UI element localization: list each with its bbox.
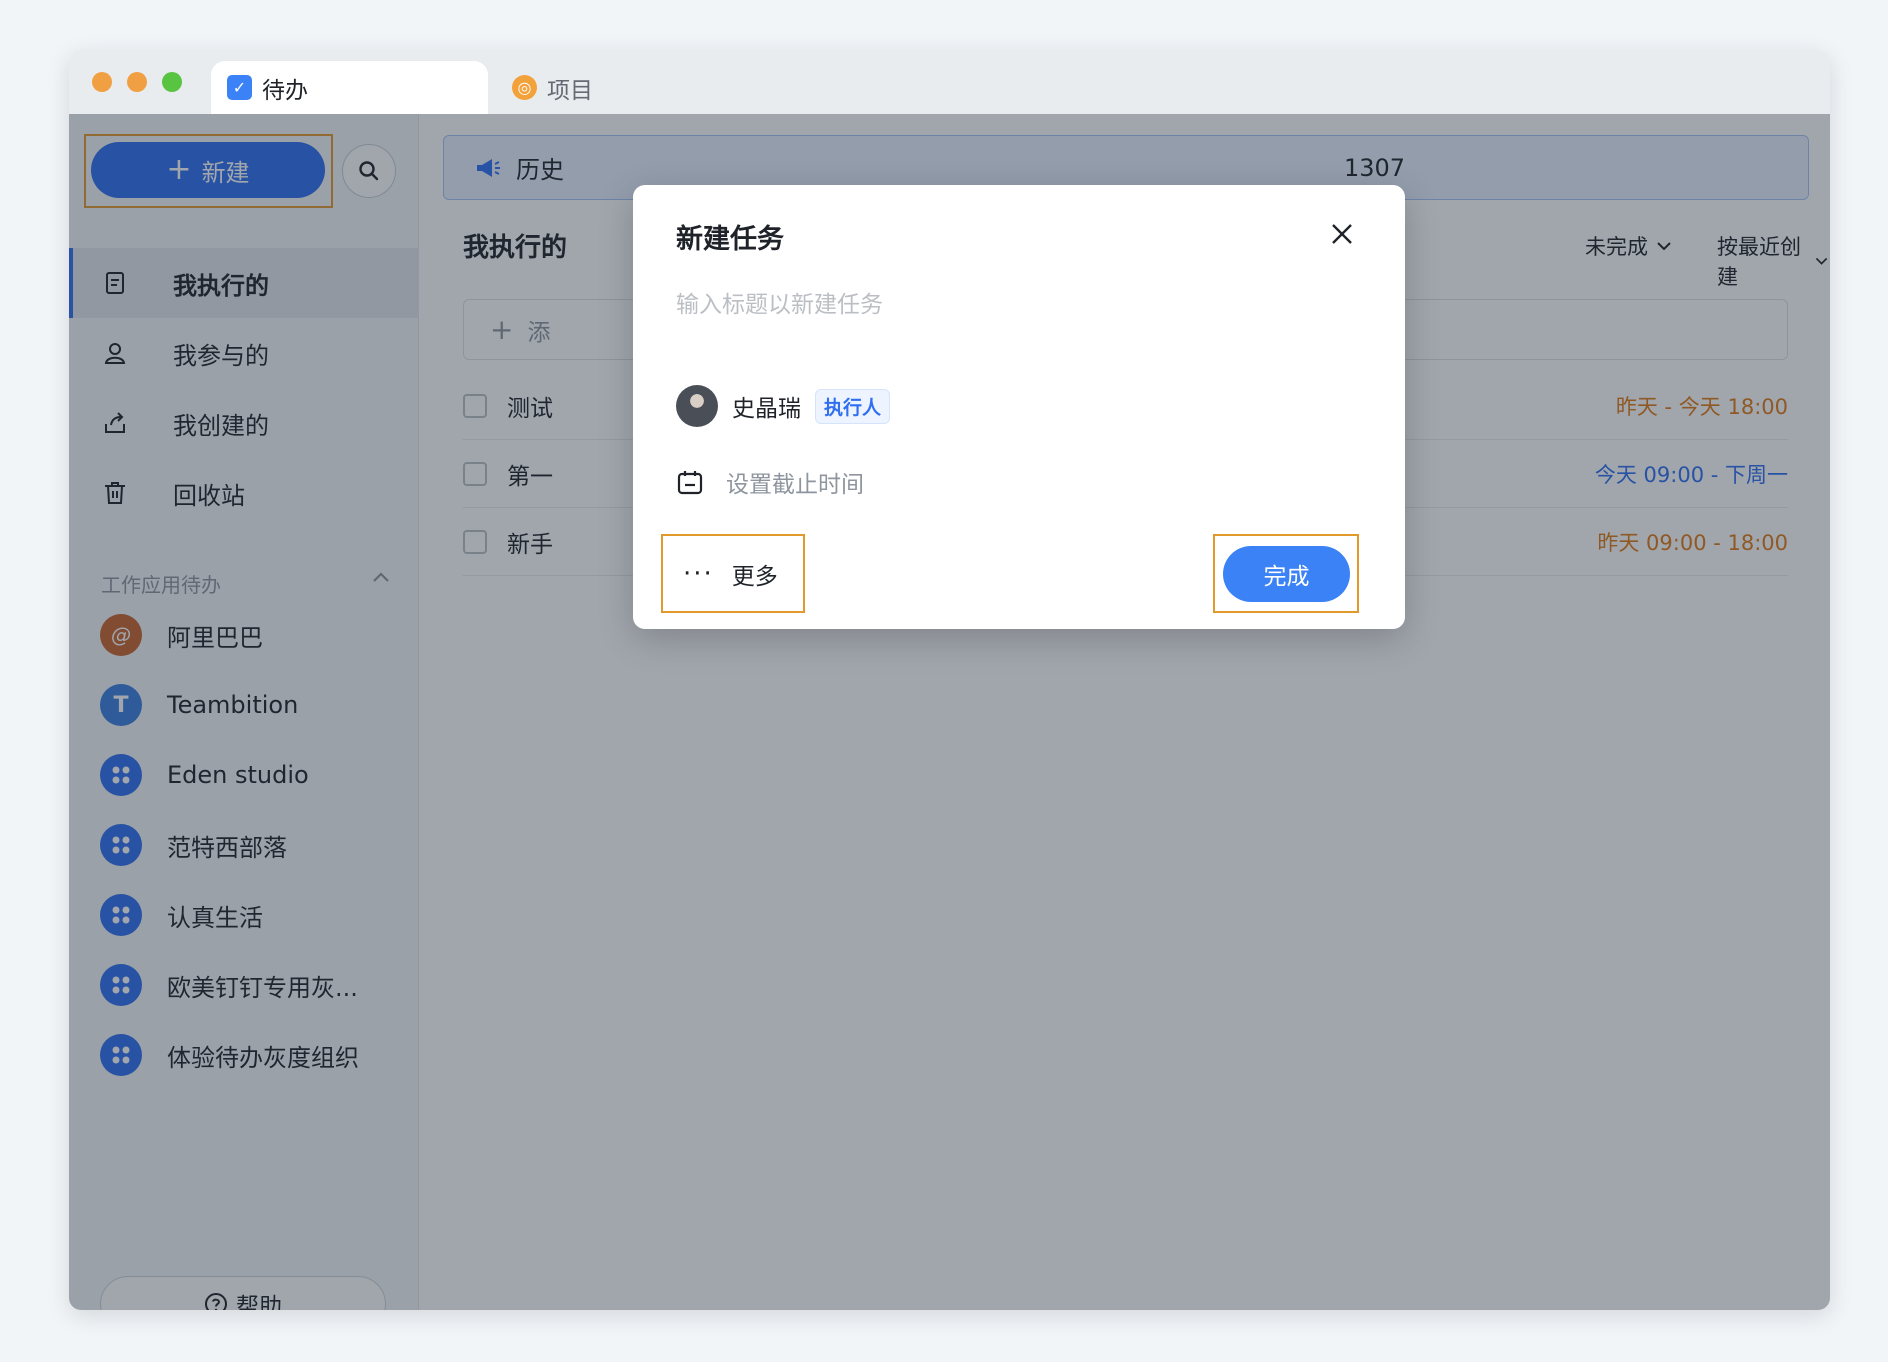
title-bar: ✓ 待办 ◎ 项目	[69, 50, 1830, 114]
project-icon: ◎	[512, 75, 537, 100]
due-date-field[interactable]: 设置截止时间	[676, 465, 864, 499]
task-title-input[interactable]	[676, 285, 1356, 325]
app-window: ✓ 待办 ◎ 项目 + 新建 我执行的 我参与的 我创建的 回收站 工作应用待办…	[69, 50, 1830, 1310]
minimize-window-button[interactable]	[127, 72, 147, 92]
dialog-title: 新建任务	[676, 224, 784, 255]
highlight-frame	[661, 534, 805, 613]
avatar	[676, 385, 718, 427]
tab-label: 待办	[262, 77, 308, 104]
calendar-icon	[677, 471, 703, 495]
assignee-chip[interactable]: 史晶瑞 执行人	[676, 385, 891, 427]
highlight-frame	[1213, 534, 1359, 613]
tab-project[interactable]: ◎ 项目	[502, 61, 702, 114]
tab-todo[interactable]: ✓ 待办	[211, 61, 488, 114]
new-task-dialog: 新建任务 史晶瑞 执行人 设置截止时间 ··· 更多 完成	[633, 185, 1405, 629]
close-icon[interactable]	[1327, 219, 1357, 249]
checkbox-icon: ✓	[227, 75, 252, 100]
role-badge: 执行人	[815, 388, 891, 424]
tab-label: 项目	[547, 77, 593, 104]
due-date-placeholder: 设置截止时间	[726, 472, 864, 498]
close-window-button[interactable]	[92, 72, 112, 92]
maximize-window-button[interactable]	[162, 72, 182, 92]
assignee-name: 史晶瑞	[732, 396, 801, 422]
